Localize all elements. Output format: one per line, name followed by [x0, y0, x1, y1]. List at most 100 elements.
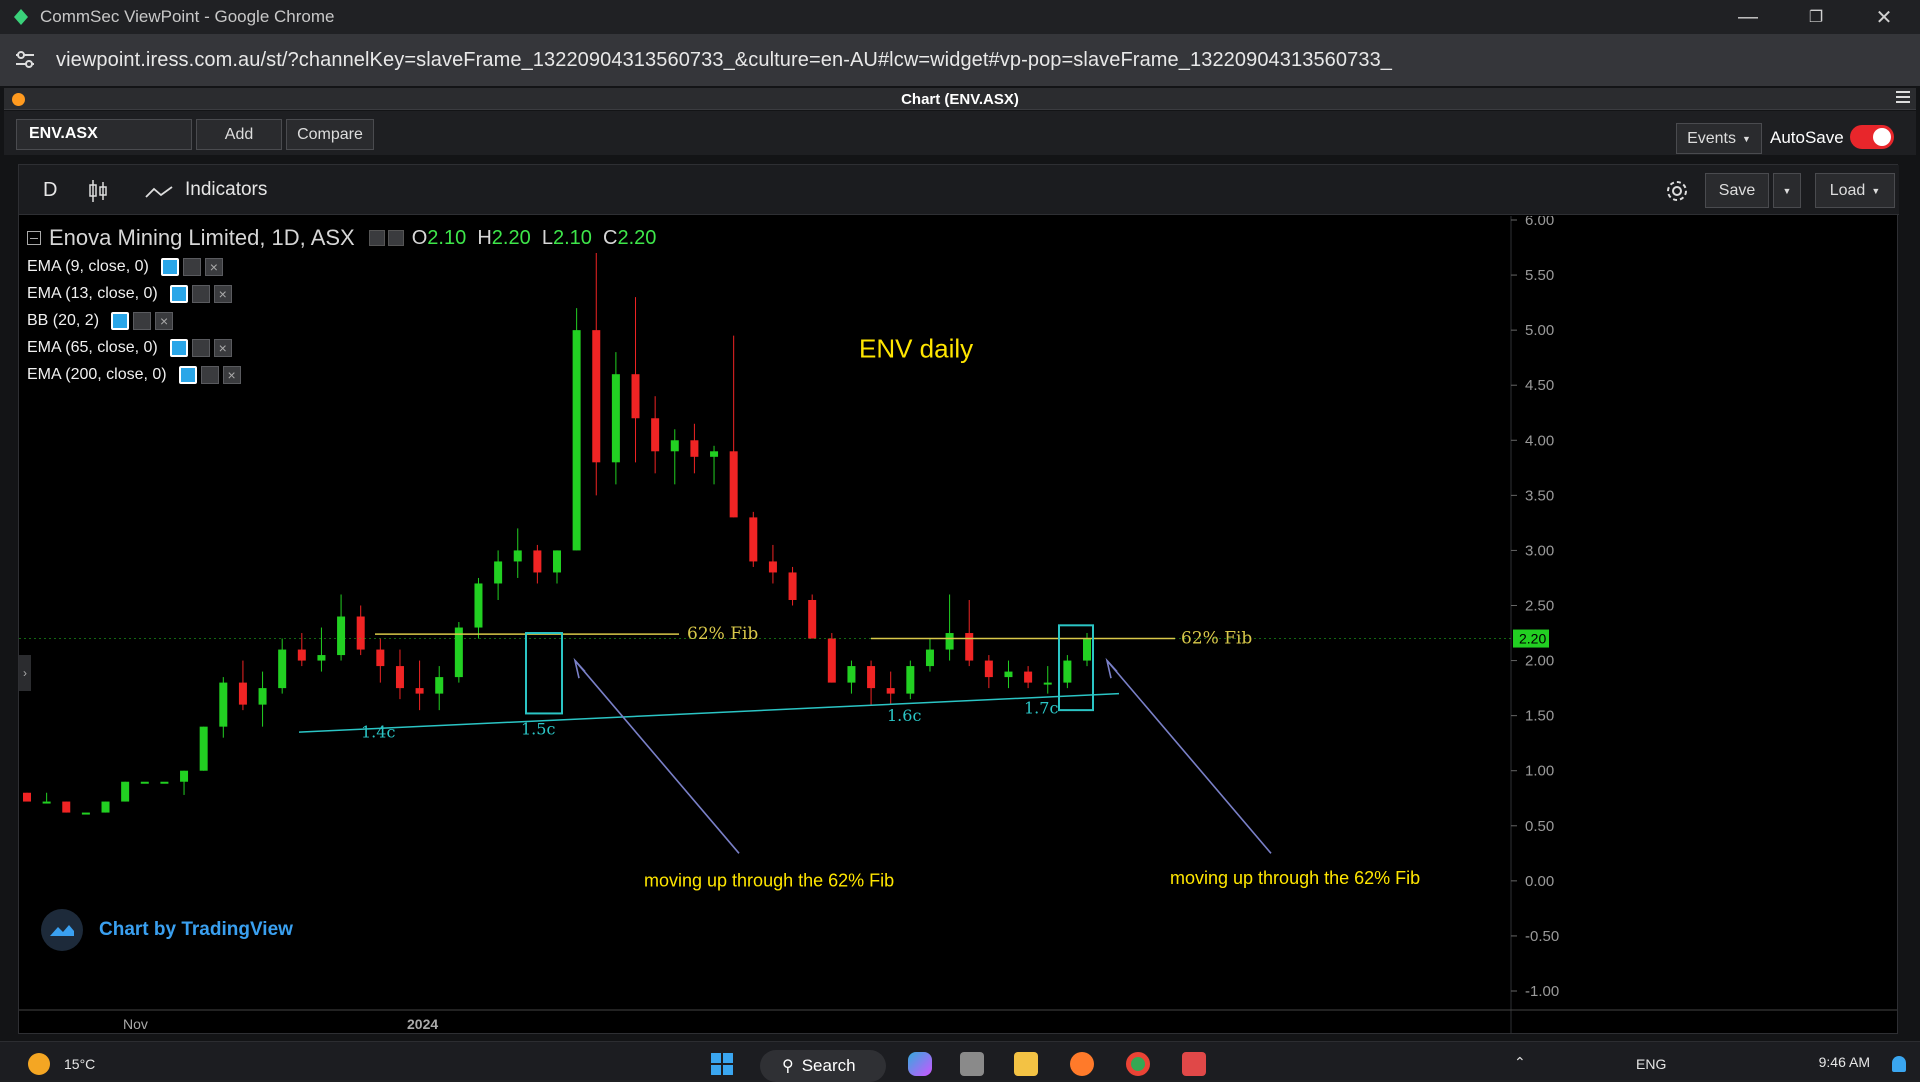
y-tick-label: 4.00	[1525, 432, 1554, 449]
indicator-settings-icon[interactable]	[182, 257, 201, 276]
legend-title: Enova Mining Limited, 1D, ASX	[49, 225, 355, 250]
remove-indicator-icon[interactable]: ×	[222, 365, 241, 384]
candle-body	[768, 561, 777, 573]
eye-icon[interactable]	[169, 338, 188, 357]
trendline	[298, 692, 1120, 733]
eye-icon[interactable]	[169, 284, 188, 303]
indicator-settings-icon[interactable]	[200, 365, 219, 384]
indicator-settings-icon[interactable]	[191, 338, 210, 357]
low-label: 1.5c	[521, 719, 555, 738]
candle-body	[42, 801, 51, 804]
tray-chevron-icon[interactable]: ⌃	[1514, 1054, 1526, 1071]
events-dropdown[interactable]: Events ▼	[1676, 123, 1762, 154]
chrome-icon[interactable]	[1126, 1052, 1150, 1076]
sun-icon	[28, 1053, 50, 1075]
candle-body	[513, 550, 522, 562]
hamburger-menu-icon[interactable]	[1896, 91, 1910, 106]
fib-label-1: 62% Fib	[687, 624, 758, 644]
remove-indicator-icon[interactable]: ×	[204, 257, 223, 276]
close-button[interactable]: ✕	[1850, 0, 1918, 34]
y-tick-label: 3.00	[1525, 542, 1554, 559]
candle-body	[1004, 671, 1013, 678]
add-button[interactable]: Add	[196, 119, 282, 150]
indicators-icon[interactable]	[145, 185, 173, 199]
input-language[interactable]: ENG	[1636, 1056, 1666, 1072]
chevron-down-icon: ▼	[1782, 185, 1792, 196]
compare-button[interactable]: Compare	[286, 119, 374, 150]
indicator-settings-icon[interactable]	[191, 284, 210, 303]
legend-settings-icon[interactable]	[387, 230, 404, 246]
weather-widget[interactable]: 15°C	[28, 1053, 95, 1075]
candle-body	[297, 649, 306, 661]
candlestick-type-icon[interactable]	[87, 179, 109, 203]
legend-visibility-icon[interactable]	[368, 230, 385, 246]
indicator-row[interactable]: EMA (65, close, 0) ×	[27, 334, 656, 361]
y-tick-label: -1.00	[1525, 983, 1559, 1000]
save-options-dropdown[interactable]: ▼	[1773, 173, 1801, 208]
arrow-2	[1106, 660, 1272, 854]
candle-body	[474, 583, 483, 628]
candle-body	[435, 677, 444, 694]
snipping-tool-icon[interactable]	[1182, 1052, 1206, 1076]
eye-icon[interactable]	[160, 257, 179, 276]
y-tick-label: 3.50	[1525, 487, 1554, 504]
candle-body	[1043, 682, 1052, 685]
candle-body	[886, 688, 895, 694]
app-icon	[14, 9, 28, 25]
indicator-settings-icon[interactable]	[133, 311, 152, 330]
clock[interactable]: 9:46 AM	[1819, 1054, 1870, 1070]
indicator-row[interactable]: EMA (200, close, 0) ×	[27, 361, 656, 388]
firefox-icon[interactable]	[1070, 1052, 1094, 1076]
url-text[interactable]: viewpoint.iress.com.au/st/?channelKey=sl…	[56, 49, 1392, 72]
settings-gear-icon[interactable]	[1663, 177, 1691, 205]
arrow-head-2	[1105, 657, 1118, 679]
file-explorer-icon[interactable]	[1014, 1052, 1038, 1076]
copilot-icon[interactable]	[908, 1052, 932, 1076]
indicator-row[interactable]: EMA (13, close, 0) ×	[27, 280, 656, 307]
interval-button[interactable]: D	[43, 179, 57, 202]
x-tick-label: 2024	[407, 1016, 438, 1032]
window-titlebar: CommSec ViewPoint - Google Chrome — ❐ ✕	[0, 0, 1920, 34]
arrow-1	[574, 660, 740, 854]
eye-icon[interactable]	[178, 365, 197, 384]
remove-indicator-icon[interactable]: ×	[213, 338, 232, 357]
candle-body	[749, 517, 758, 562]
candle-body	[808, 599, 817, 639]
indicator-row[interactable]: EMA (9, close, 0) ×	[27, 253, 656, 280]
candle-body	[847, 666, 856, 683]
expand-side-panel-icon[interactable]: ›	[19, 655, 31, 691]
save-button[interactable]: Save	[1705, 173, 1769, 208]
candle-body	[651, 418, 660, 452]
candle-body	[62, 801, 71, 813]
candle-body	[965, 633, 974, 661]
candle-body	[180, 770, 189, 782]
address-bar: viewpoint.iress.com.au/st/?channelKey=sl…	[0, 34, 1920, 86]
eye-icon[interactable]	[111, 311, 130, 330]
load-dropdown[interactable]: Load ▼	[1815, 173, 1895, 208]
candle-body	[827, 638, 836, 683]
remove-indicator-icon[interactable]: ×	[213, 284, 232, 303]
remove-indicator-icon[interactable]: ×	[155, 311, 174, 330]
windows-start-icon[interactable]	[710, 1052, 734, 1076]
indicators-button[interactable]: Indicators	[185, 179, 267, 201]
fib-label-2: 62% Fib	[1181, 629, 1252, 649]
symbol-input[interactable]: ENV.ASX	[16, 119, 192, 150]
tradingview-watermark[interactable]: Chart by TradingView	[41, 909, 293, 951]
indicator-label: BB (20, 2)	[27, 311, 100, 329]
collapse-legend-icon[interactable]	[27, 231, 41, 245]
candle-body	[278, 649, 287, 689]
indicator-row[interactable]: BB (20, 2) ×	[27, 307, 656, 334]
low-label: 1.7c	[1024, 698, 1058, 717]
autosave-toggle[interactable]	[1850, 125, 1894, 149]
notification-bell-icon[interactable]	[1892, 1056, 1906, 1072]
taskbar-search[interactable]: ⚲ Search	[760, 1050, 886, 1082]
restore-button[interactable]: ❐	[1782, 0, 1850, 34]
candle-body	[553, 550, 561, 573]
site-settings-icon[interactable]	[14, 49, 36, 71]
indicator-label: EMA (200, close, 0)	[27, 365, 167, 383]
task-view-icon[interactable]	[960, 1052, 984, 1076]
minimize-button[interactable]: —	[1714, 0, 1782, 34]
candle-body	[494, 561, 503, 584]
y-tick-label: 5.00	[1525, 322, 1554, 339]
search-icon: ⚲	[782, 1058, 794, 1075]
